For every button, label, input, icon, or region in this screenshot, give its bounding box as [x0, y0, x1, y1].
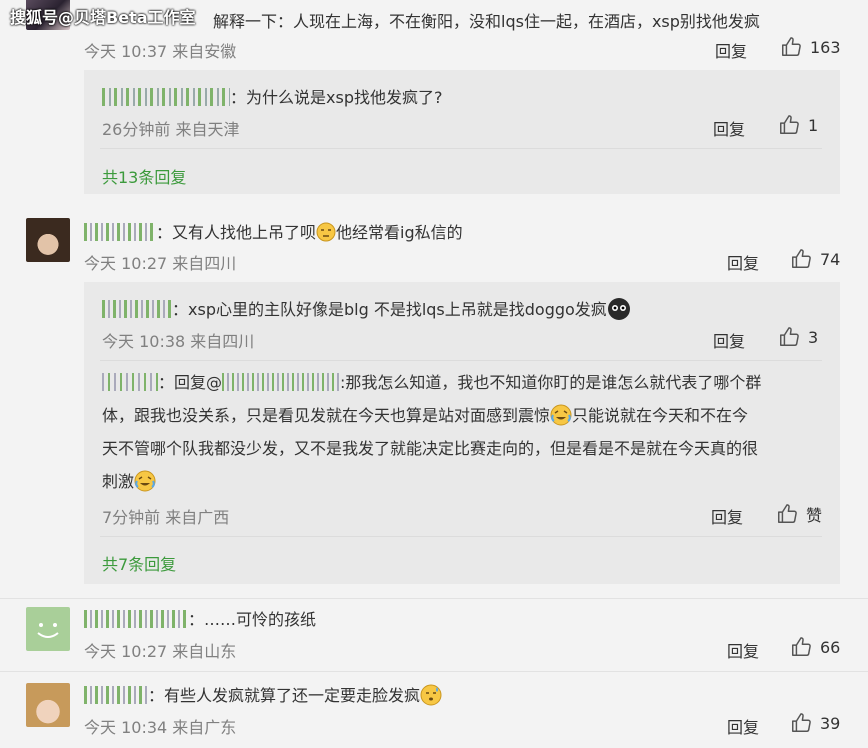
sub-reply-meta: 7分钟前 来自广西	[102, 508, 230, 527]
like-count: 1	[808, 115, 819, 135]
view-more-replies-link[interactable]: 共13条回复	[102, 164, 186, 188]
comment-text: 解释一下：人现在上海，不在衡阳，没和lqs住一起，在酒店，xsp别找他发疯	[213, 12, 760, 31]
thumbs-up-icon	[792, 249, 811, 268]
thumbs-up-icon	[780, 327, 799, 346]
like-count: 赞	[806, 506, 823, 525]
like-button[interactable]: 66	[790, 636, 840, 658]
mentioned-username-link[interactable]	[222, 373, 341, 391]
divider	[100, 536, 822, 537]
thumbs-up-icon	[778, 504, 797, 523]
like-button[interactable]: 3	[778, 326, 818, 348]
blurred-username[interactable]	[84, 686, 148, 704]
blurred-username[interactable]	[102, 88, 230, 106]
comment-meta: 今天 10:34 来自广东	[84, 718, 237, 737]
sub-reply-meta: 今天 10:38 来自四川	[102, 332, 255, 351]
avatar[interactable]	[26, 607, 70, 651]
sub-reply-text: ：xsp心里的主队好像是blg 不是找lqs上吊就是找doggo发疯	[102, 296, 631, 321]
avatar[interactable]	[26, 218, 70, 262]
watermark: 搜狐号@贝塔Beta工作室	[10, 8, 196, 27]
blurred-username[interactable]	[102, 373, 158, 391]
divider	[100, 148, 822, 149]
smiley-avatar-icon	[37, 623, 59, 638]
like-count: 74	[820, 249, 841, 269]
comment-meta: 今天 10:27 来自山东	[84, 642, 237, 661]
sleepy-emoji-icon	[316, 222, 336, 242]
laugh-cry-emoji-icon	[550, 404, 572, 426]
divider	[0, 671, 868, 672]
like-count: 3	[808, 327, 819, 347]
thumbs-up-icon	[792, 637, 811, 656]
sub-reply-meta: 26分钟前 来自天津	[102, 120, 240, 139]
sub-reply-text: ：为什么说是xsp找他发疯了?	[102, 84, 442, 108]
divider	[0, 598, 868, 599]
like-button[interactable]: 163	[780, 36, 841, 58]
comment-text: ：又有人找他上吊了呗 他经常看ig私信的	[84, 219, 463, 243]
thumbs-up-icon	[780, 115, 799, 134]
comment-text: ：……可怜的孩纸	[84, 606, 316, 630]
reply-button[interactable]: 回复	[727, 250, 759, 274]
avatar[interactable]	[26, 683, 70, 727]
like-button[interactable]: 赞	[776, 502, 822, 526]
reply-button[interactable]: 回复	[715, 38, 747, 62]
laugh-cry-emoji-icon	[134, 470, 156, 492]
comment-meta: 今天 10:37 来自安徽	[84, 42, 237, 61]
comment-meta: 今天 10:27 来自四川	[84, 254, 237, 273]
blurred-username[interactable]	[102, 300, 172, 318]
sweat-smile-emoji-icon	[420, 684, 442, 706]
divider	[100, 360, 822, 361]
blurred-username[interactable]	[84, 223, 156, 241]
view-more-replies-link[interactable]: 共7条回复	[102, 551, 176, 575]
comment-text: ：有些人发疯就算了还一定要走脸发疯	[84, 682, 442, 706]
blurred-username[interactable]	[84, 610, 188, 628]
thumbs-up-icon	[792, 713, 811, 732]
thumbs-up-icon	[782, 37, 801, 56]
like-count: 39	[820, 713, 841, 733]
like-button[interactable]: 1	[778, 114, 818, 136]
reply-button[interactable]: 回复	[727, 714, 759, 738]
like-button[interactable]: 74	[790, 248, 840, 270]
reply-button[interactable]: 回复	[713, 328, 745, 352]
like-count: 66	[820, 637, 841, 657]
sweat-emoji-icon	[607, 297, 631, 321]
reply-button[interactable]: 回复	[713, 116, 745, 140]
reply-button[interactable]: 回复	[711, 504, 743, 528]
reply-button[interactable]: 回复	[727, 638, 759, 662]
like-button[interactable]: 39	[790, 712, 840, 734]
sub-reply-long-text: ：回复@:那我怎么知道，我也不知道你盯的是谁怎么就代表了哪个群 体，跟我也没关系…	[102, 373, 762, 492]
like-count: 163	[810, 37, 841, 57]
